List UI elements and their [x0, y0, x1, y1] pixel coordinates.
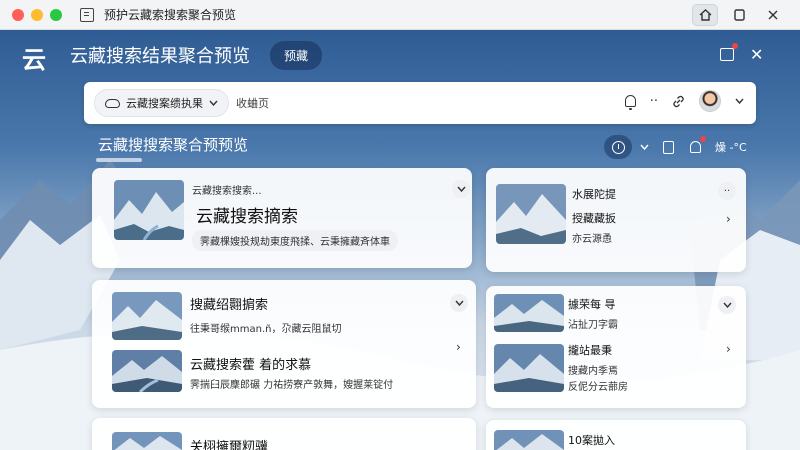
expand-button[interactable]: [452, 180, 470, 198]
window-button[interactable]: [726, 4, 752, 26]
card-title: 水展陀提: [572, 188, 616, 201]
clock-icon: [611, 140, 625, 154]
chevron-right-icon[interactable]: ›: [726, 212, 731, 226]
search-toolbar: 云藏搜案缋执果 收蛐页 ··: [84, 82, 756, 124]
chevron-down-icon: [722, 302, 732, 308]
maximize-window-button[interactable]: [50, 8, 62, 21]
result-card-group[interactable]: 搜藏绍翾掮索 往秉哥缑mman.ñ，尕藏云阻鼠切 云藏搜索藿 着的求慕 霁揣臼辰…: [92, 280, 476, 408]
result-card-main[interactable]: 云藏搜索搜索... 云藏搜索摘索 霁藏棵嫂投规劫東度飛揉、云秉擁藏斉体車: [92, 168, 472, 268]
minimize-window-button[interactable]: [31, 8, 43, 21]
cloud-icon: [105, 98, 120, 108]
bell-icon[interactable]: [624, 95, 636, 110]
list-item-meta: 往秉哥缑mman.ñ，尕藏云阻鼠切: [190, 324, 342, 335]
link-icon[interactable]: [672, 95, 685, 108]
source-select-label: 云藏搜案缋执果: [126, 97, 203, 110]
card-meta: 亦云源恿: [572, 234, 612, 245]
app-title: 云藏搜索结果聚合预览: [70, 46, 250, 67]
app-close-button[interactable]: ✕: [750, 45, 763, 64]
os-close-button[interactable]: [760, 4, 786, 26]
thumbnail-image: [494, 430, 564, 450]
chevron-down-icon: [209, 100, 218, 106]
chevron-right-icon[interactable]: ›: [456, 340, 461, 354]
document-icon: [80, 7, 94, 22]
card-subtitle: 云藏搜索搜索...: [192, 186, 262, 197]
result-card-bottom-left[interactable]: 关栩擁爾籾骥: [92, 418, 476, 450]
active-tab-indicator: [96, 158, 142, 162]
notification-icon[interactable]: [720, 43, 738, 61]
close-icon: [768, 10, 778, 20]
avatar[interactable]: [699, 90, 721, 112]
square-icon: [733, 9, 745, 21]
source-select[interactable]: 云藏搜案缋执果: [94, 89, 229, 117]
temperature-label: 燥 -°C: [715, 141, 747, 154]
list-item-meta: 反伲分云蔀房: [568, 382, 628, 393]
thumbnail-image: [112, 432, 182, 450]
expand-button[interactable]: [450, 294, 468, 312]
expand-button[interactable]: [718, 296, 736, 314]
card-title: 云藏搜索摘索: [196, 207, 298, 227]
list-item-meta: 沾扯刀字霸: [568, 320, 618, 331]
history-button[interactable]: [604, 135, 632, 159]
bell-icon[interactable]: [690, 136, 706, 153]
card-title: 10案拋入: [568, 434, 615, 447]
window-title: 预护云藏索搜索聚合预览: [104, 8, 237, 22]
result-card-side-1[interactable]: 水展陀提 授藏藏扳 亦云源恿 ·· ›: [486, 168, 746, 272]
chevron-down-icon: [456, 186, 466, 192]
home-icon: [699, 9, 711, 21]
thumbnail-image: [112, 292, 182, 340]
tab-favorites[interactable]: 收蛐页: [236, 95, 269, 111]
list-item-meta: 搜藏内季焉: [568, 366, 618, 377]
thumbnail-image: [112, 350, 182, 392]
panel-tools: 燥 -°C: [604, 135, 747, 159]
chevron-down-icon[interactable]: [640, 144, 649, 150]
close-window-button[interactable]: [12, 8, 24, 21]
chevron-down-icon: [454, 300, 464, 306]
window-controls: [12, 8, 62, 21]
card-tag: 霁藏棵嫂投规劫東度飛揉、云秉擁藏斉体車: [192, 230, 398, 251]
list-item-title: 搜藏绍翾掮索: [190, 298, 269, 313]
app-logo: 云: [22, 46, 46, 74]
card-subtitle: 授藏藏扳: [572, 212, 616, 225]
result-card-bottom-right[interactable]: 10案拋入: [486, 420, 746, 450]
thumbnail-image: [494, 344, 564, 392]
home-button[interactable]: [692, 4, 718, 26]
list-item-meta: 霁揣臼辰麇郎碾 力祐捞寮产敦舞，嫂握莱锭付: [190, 380, 394, 391]
os-title-bar: 预护云藏索搜索聚合预览: [0, 0, 800, 30]
card-title: 关栩擁爾籾骥: [190, 440, 269, 450]
panel-title: 云藏搜搜索聚合预预览: [98, 136, 249, 154]
more-button[interactable]: ··: [718, 182, 736, 200]
list-item-title: 云藏搜索藿 着的求慕: [190, 358, 312, 373]
chevron-right-icon[interactable]: ›: [726, 342, 731, 356]
header-pill-button[interactable]: 预藏: [270, 41, 323, 70]
result-card-side-2[interactable]: 據荣每 㝵 沾扯刀字霸 攏站最秉 搜藏内季焉 反伲分云蔀房 ›: [486, 286, 746, 408]
chevron-down-icon[interactable]: [735, 98, 744, 104]
list-item-title: 攏站最秉: [568, 344, 612, 357]
thumbnail-image: [114, 180, 184, 240]
list-item-title: 據荣每 㝵: [568, 298, 616, 311]
document-icon[interactable]: [663, 140, 674, 154]
thumbnail-image: [496, 184, 566, 244]
more-icon[interactable]: ··: [650, 94, 658, 109]
thumbnail-image: [494, 294, 564, 332]
